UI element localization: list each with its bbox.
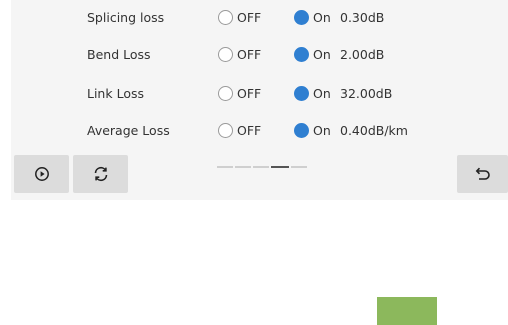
row-label: Link Loss: [87, 86, 144, 101]
row-value: 0.30dB: [340, 10, 385, 25]
link-loss-row: Link Loss OFF On 32.00dB: [11, 83, 508, 105]
play-circle-icon: [34, 167, 49, 181]
row-value: 32.00dB: [340, 86, 393, 101]
off-radio[interactable]: [218, 86, 233, 101]
off-radio-label[interactable]: OFF: [237, 123, 261, 138]
page-dot-active[interactable]: [271, 166, 289, 168]
average-loss-row: Average Loss OFF On 0.40dB/km: [11, 120, 508, 142]
on-radio-label[interactable]: On: [313, 47, 331, 62]
off-radio[interactable]: [218, 47, 233, 62]
off-radio[interactable]: [218, 10, 233, 25]
on-radio[interactable]: [294, 47, 309, 62]
refresh-button[interactable]: [73, 155, 128, 193]
row-label: Bend Loss: [87, 47, 151, 62]
play-button[interactable]: [14, 155, 69, 193]
on-radio-label[interactable]: On: [313, 10, 331, 25]
on-radio[interactable]: [294, 86, 309, 101]
page-dot[interactable]: [291, 166, 307, 168]
off-radio-label[interactable]: OFF: [237, 86, 261, 101]
refresh-icon: [94, 166, 107, 182]
page-dot[interactable]: [217, 166, 233, 168]
back-button[interactable]: [457, 155, 508, 193]
row-value: 2.00dB: [340, 47, 385, 62]
bend-loss-row: Bend Loss OFF On 2.00dB: [11, 44, 508, 66]
row-label: Average Loss: [87, 123, 170, 138]
row-label: Splicing loss: [87, 10, 165, 25]
on-radio[interactable]: [294, 123, 309, 138]
page-dot[interactable]: [253, 166, 269, 168]
on-radio-label[interactable]: On: [313, 123, 331, 138]
off-radio[interactable]: [218, 123, 233, 138]
off-radio-label[interactable]: OFF: [237, 47, 261, 62]
green-status-block: [377, 297, 437, 325]
on-radio-label[interactable]: On: [313, 86, 331, 101]
return-icon: [475, 167, 490, 180]
row-value: 0.40dB/km: [340, 123, 408, 138]
settings-panel: Splicing loss OFF On 0.30dB Bend Loss OF…: [11, 0, 508, 200]
page-dot[interactable]: [235, 166, 251, 168]
on-radio[interactable]: [294, 10, 309, 25]
splicing-loss-row: Splicing loss OFF On 0.30dB: [11, 7, 508, 29]
off-radio-label[interactable]: OFF: [237, 10, 261, 25]
